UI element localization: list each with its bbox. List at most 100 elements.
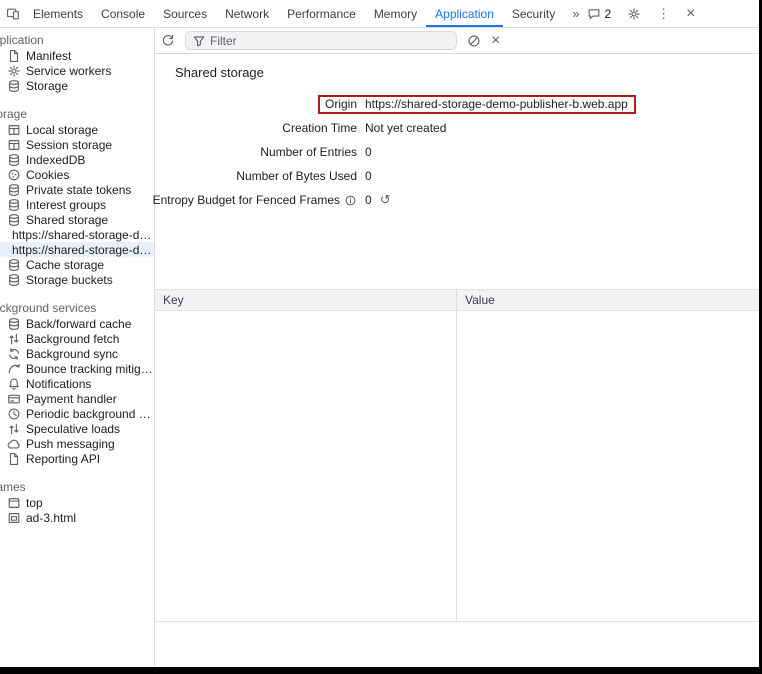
sidebar-item-cookies[interactable]: Cookies	[0, 167, 154, 182]
cloud-icon	[7, 437, 21, 451]
tab-memory[interactable]: Memory	[365, 0, 426, 27]
sidebar-item-label: Background fetch	[26, 332, 119, 346]
sidebar-item-interest-groups[interactable]: Interest groups	[0, 197, 154, 212]
sidebar-item-label: Speculative loads	[26, 422, 120, 436]
close-devtools-icon[interactable]: ×	[686, 6, 695, 22]
sidebar-item-top[interactable]: top	[0, 495, 154, 510]
devtools-window: ElementsConsoleSourcesNetworkPerformance…	[0, 0, 759, 667]
sidebar-item-label: Cache storage	[26, 258, 104, 272]
console-messages-button[interactable]: 2	[587, 7, 611, 21]
sidebar-section-background-services: Background servicesBack/forward cacheBac…	[0, 301, 154, 466]
sidebar-item-bounce-tracking-mitiga[interactable]: Bounce tracking mitiga…	[0, 361, 154, 376]
sidebar-item-background-sync[interactable]: Background sync	[0, 346, 154, 361]
sidebar-section-title: Frames	[0, 480, 154, 495]
sidebar-item-shared-storage[interactable]: Shared storage	[0, 212, 154, 227]
sidebar-item-storage[interactable]: Storage	[0, 78, 154, 93]
tab-sources[interactable]: Sources	[154, 0, 216, 27]
database-icon	[7, 198, 21, 212]
sidebar-item-indexeddb[interactable]: IndexedDB	[0, 152, 154, 167]
sidebar-item-periodic-background-s[interactable]: Periodic background s…	[0, 406, 154, 421]
tabbar-right-controls: 2 ⋮ ×	[587, 6, 762, 22]
sidebar-item-label: Session storage	[26, 138, 112, 152]
updown-icon	[7, 332, 21, 346]
sidebar-section-title: Background services	[0, 301, 154, 316]
updown-icon	[7, 422, 21, 436]
sidebar-item-cache-storage[interactable]: Cache storage	[0, 257, 154, 272]
tab-security[interactable]: Security	[503, 0, 564, 27]
kebab-menu-icon[interactable]: ⋮	[657, 6, 670, 22]
iframe-icon	[7, 511, 21, 525]
sidebar-item-manifest[interactable]: Manifest	[0, 48, 154, 63]
tab-elements[interactable]: Elements	[24, 0, 92, 27]
sidebar-section-frames: Framestopad-3.html	[0, 480, 154, 525]
frame-icon	[7, 496, 21, 510]
delete-selected-icon[interactable]: ×	[491, 33, 500, 49]
sidebar-item-https-shared-storage-d[interactable]: https://shared-storage-d…	[0, 227, 154, 242]
tab-application[interactable]: Application	[426, 0, 503, 27]
tab-performance[interactable]: Performance	[278, 0, 365, 27]
filter-box[interactable]	[185, 31, 457, 50]
database-icon	[7, 258, 21, 272]
filter-input[interactable]	[210, 34, 450, 48]
sidebar-item-local-storage[interactable]: Local storage	[0, 122, 154, 137]
sidebar-item-label: top	[26, 496, 43, 510]
column-header-value[interactable]: Value	[457, 290, 759, 310]
sidebar-item-service-workers[interactable]: Service workers	[0, 63, 154, 78]
database-icon	[7, 183, 21, 197]
sidebar-item-label: Service workers	[26, 64, 111, 78]
sidebar-item-private-state-tokens[interactable]: Private state tokens	[0, 182, 154, 197]
metadata-row-origin: Originhttps://shared-storage-demo-publis…	[157, 92, 759, 116]
metadata-value: 0	[365, 193, 372, 207]
cookie-icon	[7, 168, 21, 182]
settings-gear-icon[interactable]	[627, 7, 641, 21]
sidebar-item-session-storage[interactable]: Session storage	[0, 137, 154, 152]
database-icon	[7, 273, 21, 287]
sidebar-section-title: Storage	[0, 107, 154, 122]
sidebar-item-payment-handler[interactable]: Payment handler	[0, 391, 154, 406]
sidebar-item-label: Storage	[26, 79, 68, 93]
sidebar-section-application: ApplicationManifestService workersStorag…	[0, 33, 154, 93]
table-icon	[7, 123, 21, 137]
preview-pane	[155, 621, 759, 667]
sidebar-item-label: Cookies	[26, 168, 69, 182]
more-tabs-button[interactable]: »	[564, 6, 587, 21]
main-pane: × Shared storage Originhttps://shared-st…	[155, 28, 759, 667]
sidebar-item-background-fetch[interactable]: Background fetch	[0, 331, 154, 346]
tab-strip: ElementsConsoleSourcesNetworkPerformance…	[24, 0, 564, 27]
clear-all-icon[interactable]	[467, 34, 481, 48]
main-toolbar: ×	[155, 28, 759, 54]
metadata-value: 0	[365, 169, 372, 183]
column-header-key[interactable]: Key	[155, 290, 457, 310]
sidebar-item-label: Shared storage	[26, 213, 108, 227]
sidebar-item-ad-3-html[interactable]: ad-3.html	[0, 510, 154, 525]
sidebar-item-reporting-api[interactable]: Reporting API	[0, 451, 154, 466]
sidebar-item-label: Notifications	[26, 377, 91, 391]
sidebar-item-label: Reporting API	[26, 452, 100, 466]
info-icon[interactable]	[344, 194, 357, 207]
metadata-label: Entropy Budget for Fenced Frames	[153, 193, 340, 207]
metadata-value: Not yet created	[365, 121, 446, 135]
metadata-report: Originhttps://shared-storage-demo-publis…	[155, 92, 759, 212]
database-icon	[7, 79, 21, 93]
sidebar-item-push-messaging[interactable]: Push messaging	[0, 436, 154, 451]
tab-network[interactable]: Network	[216, 0, 278, 27]
sidebar-item-back-forward-cache[interactable]: Back/forward cache	[0, 316, 154, 331]
sidebar-item-https-shared-storage-d-9[interactable]: https://shared-storage-d…	[0, 242, 154, 257]
metadata-row-number-of-entries: Number of Entries0	[157, 140, 759, 164]
console-messages-icon	[587, 7, 601, 21]
refresh-icon[interactable]	[161, 34, 175, 48]
worker-icon	[7, 64, 21, 78]
toggle-device-toolbar-icon[interactable]	[6, 7, 20, 21]
sidebar-item-label: Private state tokens	[26, 183, 131, 197]
bell-icon	[7, 377, 21, 391]
sidebar-section-title: Application	[0, 33, 154, 48]
sidebar-item-label: Bounce tracking mitiga…	[26, 362, 154, 376]
reset-icon[interactable]: ↺	[380, 192, 391, 208]
sidebar-item-speculative-loads[interactable]: Speculative loads	[0, 421, 154, 436]
tab-console[interactable]: Console	[92, 0, 154, 27]
sidebar-item-label: Local storage	[26, 123, 98, 137]
sidebar-item-notifications[interactable]: Notifications	[0, 376, 154, 391]
metadata-value: 0	[365, 145, 372, 159]
metadata-row-number-of-bytes-used: Number of Bytes Used0	[157, 164, 759, 188]
sidebar-item-storage-buckets[interactable]: Storage buckets	[0, 272, 154, 287]
